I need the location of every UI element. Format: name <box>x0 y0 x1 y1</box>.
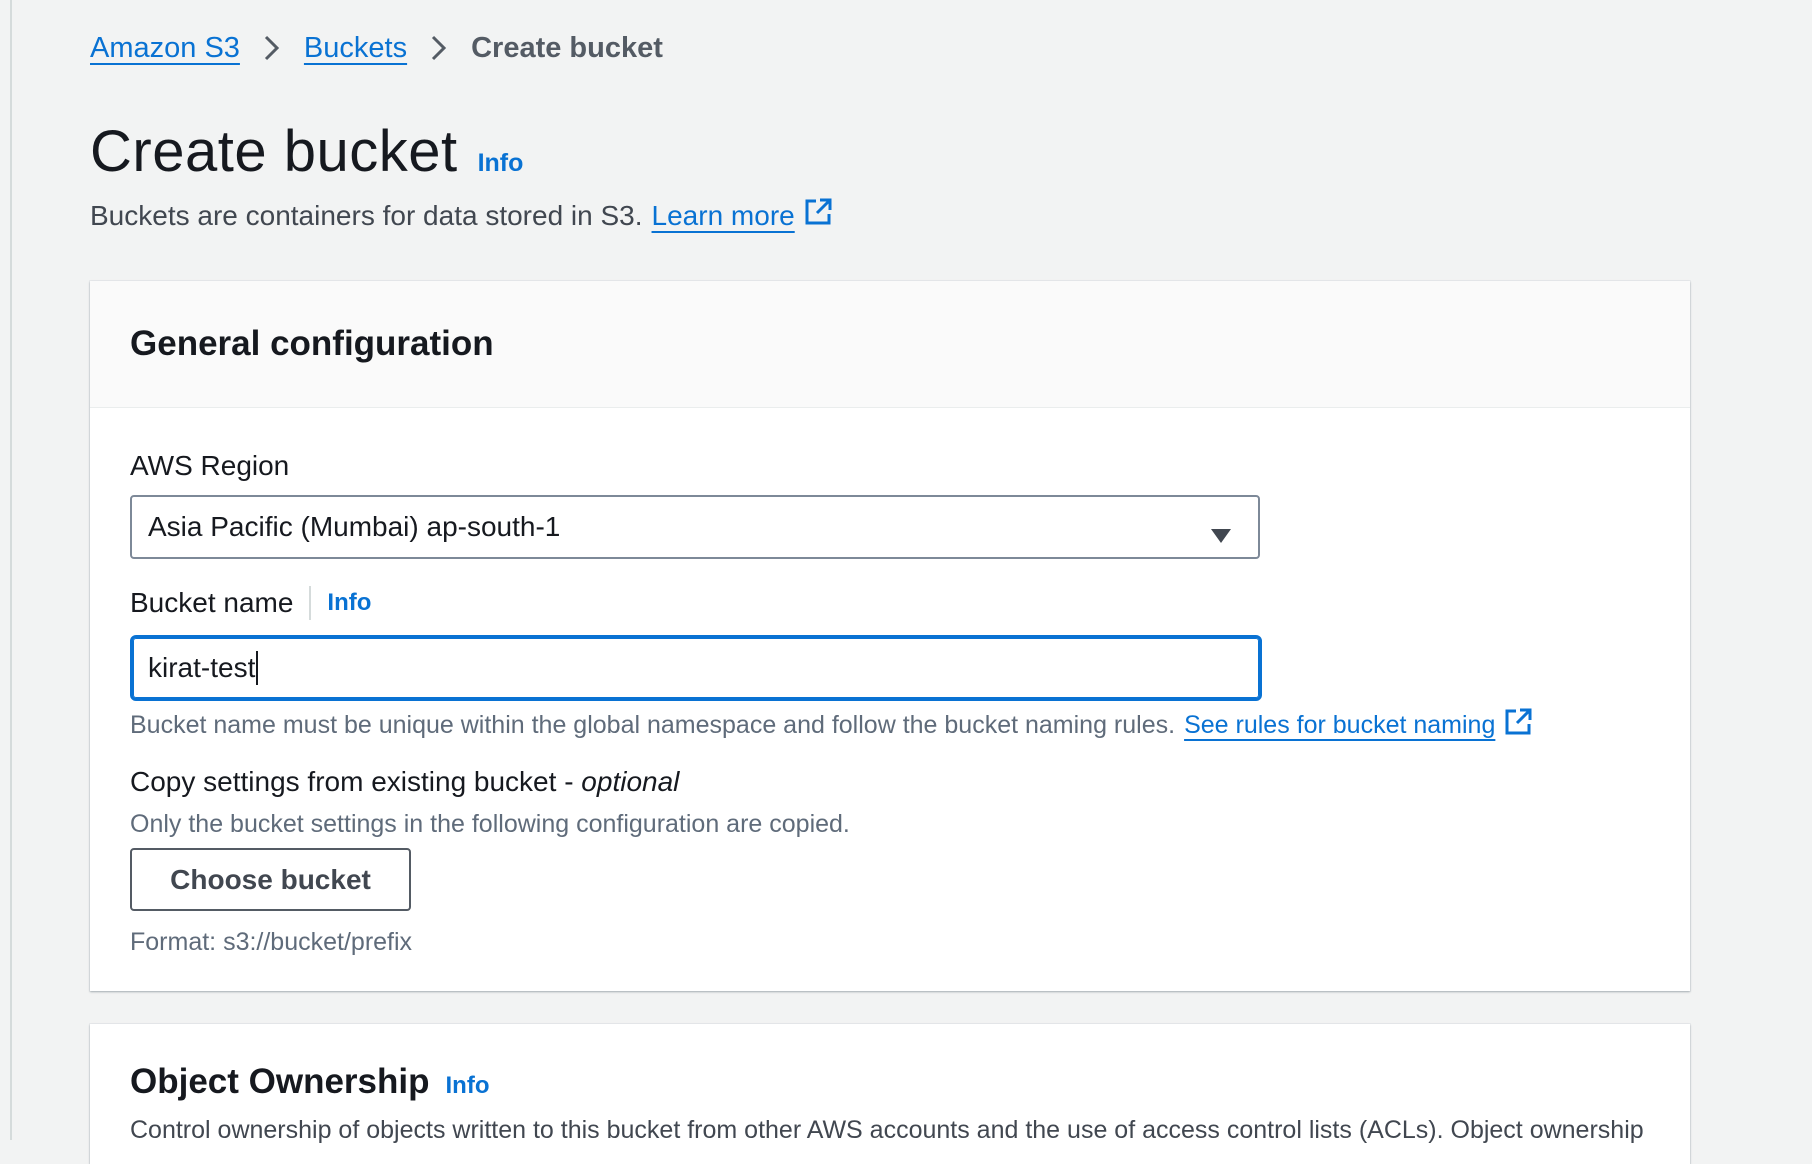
bucket-name-label: Bucket name <box>130 587 294 618</box>
copy-settings-label-text: Copy settings from existing bucket - <box>130 766 574 797</box>
choose-bucket-button[interactable]: Choose bucket <box>130 848 411 911</box>
general-configuration-title: General configuration <box>130 324 494 363</box>
bucket-naming-rules-link[interactable]: See rules for bucket naming <box>1184 708 1532 743</box>
caret-down-icon <box>1210 519 1232 551</box>
breadcrumb: Amazon S3 Buckets Create bucket <box>90 28 663 68</box>
page-info-link[interactable]: Info <box>478 149 524 178</box>
aws-region-select[interactable]: Asia Pacific (Mumbai) ap-south-1 <box>130 495 1260 559</box>
format-hint: Format: s3://bucket/prefix <box>130 928 413 956</box>
breadcrumb-buckets[interactable]: Buckets <box>304 28 407 68</box>
page-description-text: Buckets are containers for data stored i… <box>90 199 643 231</box>
general-configuration-panel: General configuration AWS Region Asia Pa… <box>90 281 1690 991</box>
left-border <box>10 0 12 1140</box>
aws-region-value: Asia Pacific (Mumbai) ap-south-1 <box>148 511 561 542</box>
bucket-naming-rules-label: See rules for bucket naming <box>1184 711 1496 739</box>
learn-more-label: Learn more <box>651 199 795 231</box>
bucket-name-value: kirat-test <box>148 652 256 683</box>
aws-region-label: AWS Region <box>130 450 290 481</box>
page-header: Create bucket Info <box>90 118 523 185</box>
breadcrumb-amazon-s3[interactable]: Amazon S3 <box>90 28 240 68</box>
page-title: Create bucket <box>90 119 458 184</box>
external-link-icon <box>1504 708 1532 743</box>
object-ownership-description: Control ownership of objects written to … <box>130 1116 1644 1144</box>
copy-settings-hint: Only the bucket settings in the followin… <box>130 810 850 838</box>
object-ownership-info-link[interactable]: Info <box>446 1072 490 1100</box>
label-divider <box>309 586 312 620</box>
bucket-name-hint: Bucket name must be unique within the gl… <box>130 708 1532 743</box>
chevron-right-icon <box>240 28 304 68</box>
general-configuration-header: General configuration <box>90 281 1690 408</box>
object-ownership-panel: Object Ownership Info Control ownership … <box>90 1024 1690 1164</box>
copy-settings-optional: optional <box>581 766 680 797</box>
object-ownership-title: Object Ownership <box>130 1062 430 1101</box>
external-link-icon <box>804 198 832 233</box>
bucket-name-hint-text: Bucket name must be unique within the gl… <box>130 711 1176 739</box>
bucket-name-input[interactable]: kirat-test <box>130 635 1262 701</box>
breadcrumb-current: Create bucket <box>471 32 663 64</box>
learn-more-link[interactable]: Learn more <box>652 198 832 233</box>
bucket-name-label-row: Bucket name Info <box>130 586 371 620</box>
chevron-right-icon <box>407 28 471 68</box>
text-cursor <box>256 651 259 685</box>
page-description: Buckets are containers for data stored i… <box>90 198 832 233</box>
copy-settings-label: Copy settings from existing bucket - opt… <box>130 766 679 798</box>
bucket-name-info-link[interactable]: Info <box>327 589 371 617</box>
object-ownership-header: Object Ownership Info <box>130 1062 489 1102</box>
